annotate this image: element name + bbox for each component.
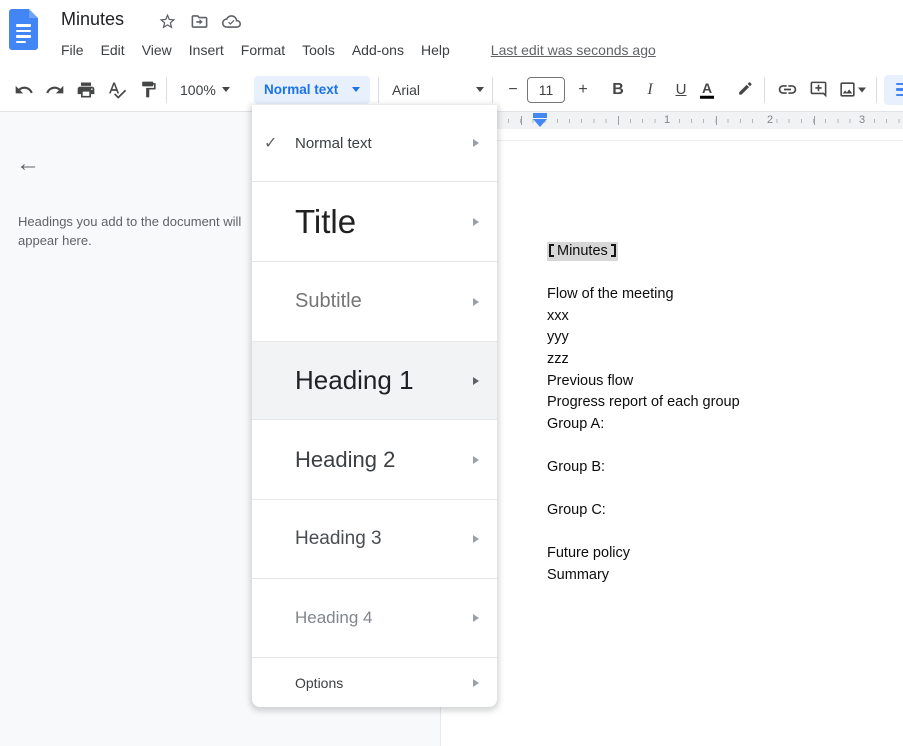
doc-line[interactable] bbox=[547, 437, 740, 459]
menu-addons[interactable]: Add-ons bbox=[352, 42, 404, 58]
paragraph-style-select[interactable]: Normal text bbox=[254, 76, 370, 104]
undo-icon bbox=[14, 80, 34, 100]
paragraph-styles-menu: ✓ Normal text Title Subtitle Heading 1 H… bbox=[252, 105, 497, 707]
doc-line[interactable] bbox=[547, 524, 740, 546]
submenu-arrow-icon bbox=[473, 377, 479, 385]
doc-line[interactable]: Group C: bbox=[547, 502, 740, 524]
doc-line[interactable] bbox=[547, 481, 740, 503]
menu-item-options[interactable]: Options bbox=[252, 658, 497, 707]
menu-format[interactable]: Format bbox=[241, 42, 285, 58]
submenu-arrow-icon bbox=[473, 535, 479, 543]
print-button[interactable] bbox=[73, 77, 99, 103]
paint-format-icon bbox=[139, 80, 158, 99]
spellcheck-icon bbox=[107, 80, 127, 100]
ruler[interactable]: 1 2 3 bbox=[440, 112, 903, 129]
chevron-down-icon bbox=[222, 87, 230, 92]
align-left-button[interactable] bbox=[884, 75, 903, 105]
submenu-arrow-icon bbox=[473, 456, 479, 464]
chevron-down-icon bbox=[858, 87, 866, 92]
spellcheck-button[interactable] bbox=[104, 77, 130, 103]
document-text: Minutes Flow of the meeting xxx yyy zzz … bbox=[547, 243, 740, 589]
menu-help[interactable]: Help bbox=[421, 42, 450, 58]
ruler-number: 3 bbox=[856, 114, 868, 126]
last-edit-link[interactable]: Last edit was seconds ago bbox=[491, 42, 656, 58]
menu-item-normal-text[interactable]: ✓ Normal text bbox=[252, 105, 497, 182]
menu-file[interactable]: File bbox=[61, 42, 84, 58]
google-docs-window: Minutes File Edit View Insert Format Too… bbox=[0, 0, 903, 746]
add-comment-icon bbox=[809, 80, 828, 99]
doc-line[interactable]: Previous flow bbox=[547, 373, 740, 395]
doc-line[interactable]: xxx bbox=[547, 308, 740, 330]
ruler-number: 2 bbox=[764, 114, 776, 126]
text-color-button[interactable]: A bbox=[700, 80, 714, 99]
menu-item-heading-4[interactable]: Heading 4 bbox=[252, 579, 497, 658]
doc-line[interactable]: yyy bbox=[547, 329, 740, 351]
add-comment-button[interactable] bbox=[805, 77, 831, 103]
increase-font-size-button[interactable]: + bbox=[570, 77, 596, 103]
check-icon: ✓ bbox=[264, 133, 277, 153]
redo-button[interactable] bbox=[42, 77, 68, 103]
menu-view[interactable]: View bbox=[142, 42, 172, 58]
menu-item-heading-3[interactable]: Heading 3 bbox=[252, 500, 497, 579]
document-title[interactable]: Minutes bbox=[61, 9, 124, 30]
italic-button[interactable]: I bbox=[637, 77, 663, 103]
submenu-arrow-icon bbox=[473, 218, 479, 226]
menubar: File Edit View Insert Format Tools Add-o… bbox=[61, 42, 656, 58]
submenu-arrow-icon bbox=[473, 139, 479, 147]
print-icon bbox=[76, 80, 96, 100]
highlight-color-button[interactable] bbox=[732, 77, 758, 103]
move-folder-icon[interactable] bbox=[190, 12, 209, 31]
redo-icon bbox=[45, 80, 65, 100]
cloud-saved-icon[interactable] bbox=[222, 12, 241, 31]
doc-line[interactable] bbox=[547, 265, 740, 287]
menu-insert[interactable]: Insert bbox=[189, 42, 224, 58]
docs-logo-icon[interactable] bbox=[9, 9, 38, 50]
menu-item-heading-2[interactable]: Heading 2 bbox=[252, 420, 497, 500]
header: Minutes File Edit View Insert Format Too… bbox=[0, 0, 903, 68]
link-icon bbox=[777, 79, 798, 100]
doc-line[interactable]: Flow of the meeting bbox=[547, 286, 740, 308]
close-outline-button[interactable]: ← bbox=[16, 152, 40, 176]
star-icon[interactable] bbox=[158, 12, 177, 31]
insert-link-button[interactable] bbox=[774, 77, 800, 103]
submenu-arrow-icon bbox=[473, 614, 479, 622]
doc-line[interactable]: Future policy bbox=[547, 545, 740, 567]
underline-button[interactable]: U bbox=[668, 77, 694, 103]
paint-format-button[interactable] bbox=[135, 77, 161, 103]
menu-item-title[interactable]: Title bbox=[252, 182, 497, 262]
selected-text: Minutes bbox=[547, 242, 618, 261]
ruler-number: 1 bbox=[661, 114, 673, 126]
doc-line-highlighted[interactable]: Minutes bbox=[547, 243, 740, 265]
outline-empty-text: Headings you add to the document will ap… bbox=[18, 212, 274, 250]
submenu-arrow-icon bbox=[473, 679, 479, 687]
doc-line[interactable]: zzz bbox=[547, 351, 740, 373]
font-size-input[interactable]: 11 bbox=[527, 77, 565, 103]
doc-line[interactable]: Progress report of each group bbox=[547, 394, 740, 416]
doc-line[interactable]: Summary bbox=[547, 567, 740, 589]
indent-marker[interactable] bbox=[533, 113, 547, 128]
decrease-font-size-button[interactable]: − bbox=[500, 77, 526, 103]
font-family-select[interactable]: Arial bbox=[392, 82, 484, 98]
image-options-dropdown[interactable] bbox=[858, 87, 866, 92]
left-lenticular-bracket bbox=[549, 244, 554, 257]
menu-item-heading-1[interactable]: Heading 1 bbox=[252, 342, 497, 420]
highlighter-icon bbox=[736, 80, 755, 99]
chevron-down-icon bbox=[352, 87, 360, 92]
undo-button[interactable] bbox=[11, 77, 37, 103]
menu-edit[interactable]: Edit bbox=[101, 42, 125, 58]
menu-tools[interactable]: Tools bbox=[302, 42, 335, 58]
menu-item-subtitle[interactable]: Subtitle bbox=[252, 262, 497, 342]
doc-line[interactable]: Group B: bbox=[547, 459, 740, 481]
image-icon bbox=[838, 80, 857, 99]
align-left-icon bbox=[896, 83, 903, 97]
zoom-select[interactable]: 100% bbox=[180, 82, 230, 98]
chevron-down-icon bbox=[476, 87, 484, 92]
right-lenticular-bracket bbox=[611, 244, 616, 257]
doc-line[interactable]: Group A: bbox=[547, 416, 740, 438]
submenu-arrow-icon bbox=[473, 298, 479, 306]
bold-button[interactable]: B bbox=[605, 77, 631, 103]
insert-image-button[interactable] bbox=[834, 77, 860, 103]
